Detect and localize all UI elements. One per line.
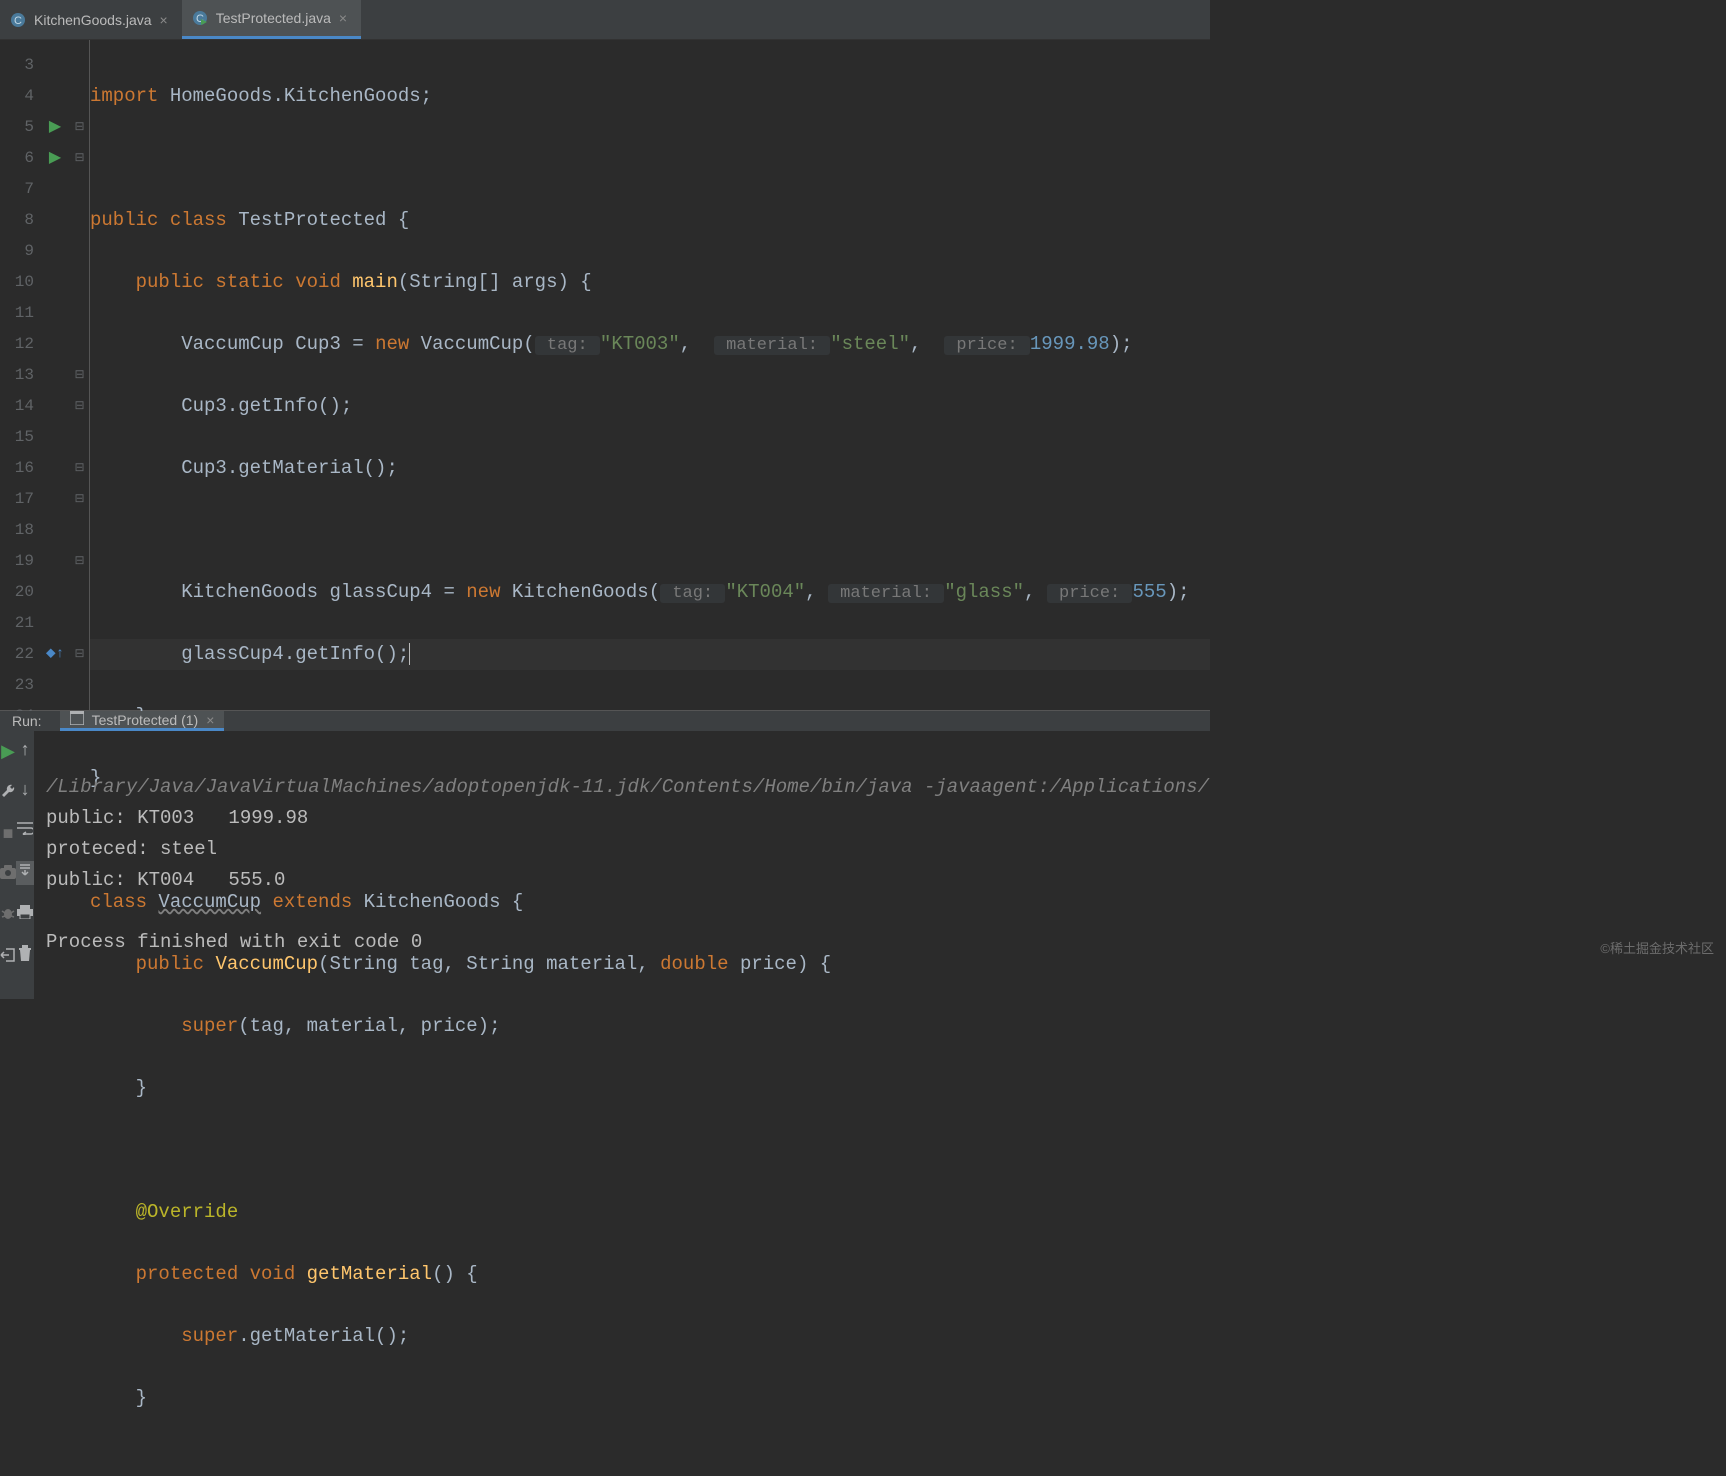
run-class-icon[interactable]: ▶ [40,112,70,143]
camera-icon[interactable] [0,865,16,885]
gutter-icons: ▶ ▶ ⬥↑ [40,40,70,710]
bug-icon[interactable] [0,905,16,927]
tab-testprotected[interactable]: C TestProtected.java × [182,0,361,39]
java-class-icon: C [10,12,26,28]
java-runnable-icon: C [192,10,208,26]
line-number-gutter: 3456789101112131415161718192021222324 [0,40,40,710]
console-line: public: KT003 1999.98 [46,807,308,829]
console-output[interactable]: /Library/Java/JavaVirtualMachines/adopto… [34,731,1221,999]
editor-tabs: C KitchenGoods.java × C TestProtected.ja… [0,0,1210,40]
run-label: Run: [0,713,60,729]
watermark: ©稀土掘金技术社区 [1600,938,1714,957]
run-tab-label: TestProtected (1) [92,712,199,728]
run-toolbar-inner: ↑ ↓ [16,731,34,999]
stop-icon[interactable]: ■ [3,825,14,845]
up-arrow-icon[interactable]: ↑ [20,741,31,761]
code-editor[interactable]: 3456789101112131415161718192021222324 ▶ … [0,40,1210,710]
exit-icon[interactable] [0,947,16,969]
soft-wrap-icon[interactable] [17,821,33,841]
console-line: proteced: steel [46,838,217,860]
down-arrow-icon[interactable]: ↓ [20,781,31,801]
rerun-icon[interactable]: ▶ [1,741,15,763]
run-tool-window: Run: TestProtected (1) × ▶ ■ [0,710,1210,980]
trash-icon[interactable] [18,945,32,967]
wrench-icon[interactable] [0,783,16,805]
console-exit: Process finished with exit code 0 [46,931,422,953]
run-config-tab[interactable]: TestProtected (1) × [60,711,225,731]
close-icon[interactable]: × [160,12,168,28]
run-header: Run: TestProtected (1) × [0,711,1210,731]
svg-text:C: C [14,15,22,27]
tab-kitchengoods[interactable]: C KitchenGoods.java × [0,0,182,39]
override-icon[interactable]: ⬥↑ [40,639,70,670]
fold-gutter: ⊟⊟ ⊟⊟ ⊟⊟ ⊟ ⊟ [70,40,90,710]
run-toolbar-left: ▶ ■ [0,731,16,999]
scroll-to-end-icon[interactable] [16,861,34,885]
window-icon [70,711,84,728]
close-icon[interactable]: × [206,712,214,728]
close-icon[interactable]: × [339,10,347,26]
code-area[interactable]: import HomeGoods.KitchenGoods; public cl… [90,40,1210,710]
console-line: public: KT004 555.0 [46,869,285,891]
run-method-icon[interactable]: ▶ [40,143,70,174]
tab-label: KitchenGoods.java [34,12,152,28]
print-icon[interactable] [17,905,33,925]
console-command: /Library/Java/JavaVirtualMachines/adopto… [46,776,1209,798]
tab-label: TestProtected.java [216,10,331,26]
